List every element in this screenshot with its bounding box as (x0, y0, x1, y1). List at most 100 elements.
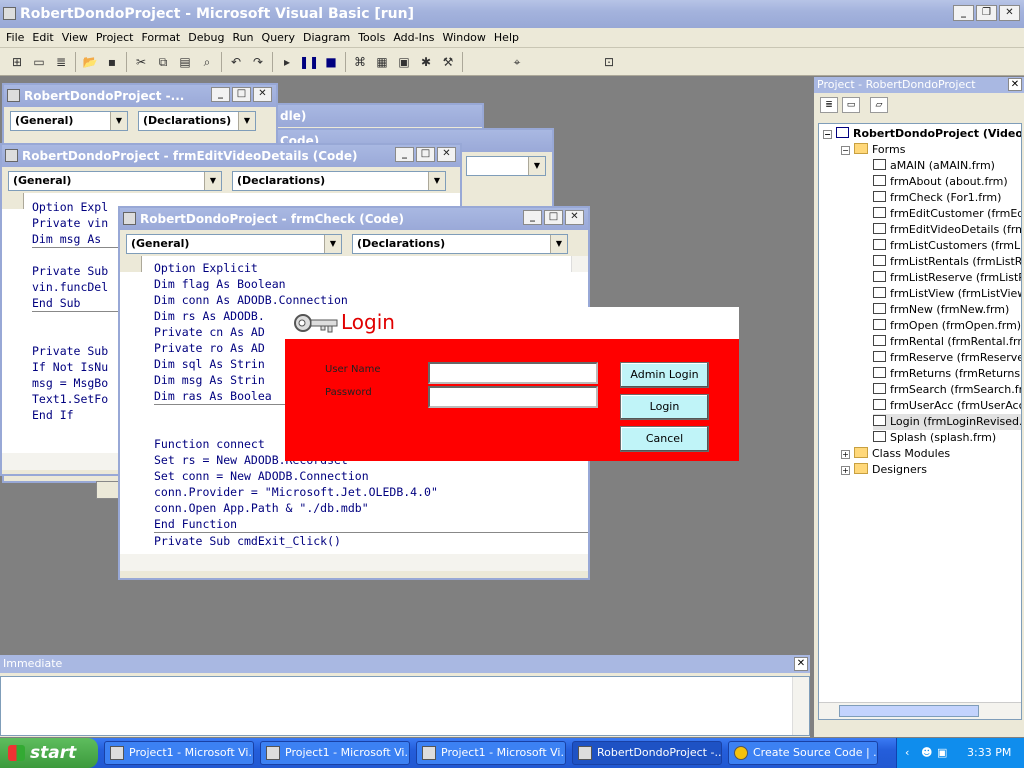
object-combo[interactable]: (General) ▼ (8, 171, 222, 191)
chevron-down-icon[interactable]: ▼ (324, 235, 341, 253)
menu-help[interactable]: Help (494, 31, 519, 44)
cut-icon[interactable]: ✂ (130, 52, 152, 72)
tree-item-form[interactable]: frmRental (frmRental.frm) (873, 334, 1021, 350)
menu-debug[interactable]: Debug (188, 31, 224, 44)
close-button[interactable]: ✕ (999, 5, 1020, 21)
project-explorer-icon[interactable]: ⌘ (349, 52, 371, 72)
menu-file[interactable]: File (6, 31, 24, 44)
login-button[interactable]: Login (620, 394, 709, 420)
chevron-down-icon[interactable]: ▼ (110, 112, 127, 130)
view-code-icon[interactable]: ≣ (820, 97, 838, 113)
immediate-input[interactable] (0, 676, 810, 736)
menu-run[interactable]: Run (232, 31, 253, 44)
chevron-down-icon[interactable]: ▼ (428, 172, 445, 190)
menu-diagram[interactable]: Diagram (303, 31, 350, 44)
tree-item-form[interactable]: frmNew (frmNew.frm) (873, 302, 1009, 318)
tree-root[interactable]: − RobertDondoProject (Video.v (823, 126, 1021, 142)
taskbar-item[interactable]: Project1 - Microsoft Vi... (416, 741, 566, 765)
chevron-down-icon[interactable]: ▼ (528, 157, 545, 175)
procedure-combo[interactable]: ▼ (466, 156, 546, 176)
procedure-combo[interactable]: (Declarations) ▼ (352, 234, 568, 254)
tree-folder-class-modules[interactable]: + Class Modules (841, 446, 950, 462)
taskbar-item[interactable]: Project1 - Microsoft Vi... (104, 741, 254, 765)
minimize-button[interactable]: _ (523, 210, 542, 225)
close-button[interactable]: ✕ (565, 210, 584, 225)
password-input[interactable] (428, 386, 598, 408)
copy-icon[interactable]: ⧉ (152, 52, 174, 72)
menu-query[interactable]: Query (262, 31, 295, 44)
open-project-icon[interactable]: 📂 (79, 52, 101, 72)
menu-add-ins[interactable]: Add-Ins (393, 31, 434, 44)
menu-editor-icon[interactable]: ≣ (50, 52, 72, 72)
vertical-scrollbar[interactable] (792, 677, 809, 735)
end-icon[interactable]: ■ (320, 52, 342, 72)
tree-item-form[interactable]: frmListRentals (frmListRen (873, 254, 1021, 270)
login-form[interactable]: Login User Name Password Admin Login Log… (285, 307, 739, 461)
chevron-left-icon[interactable]: ‹ (905, 738, 909, 768)
tree-item-form[interactable]: frmSearch (frmSearch.frm) (873, 382, 1021, 398)
admin-login-button[interactable]: Admin Login (620, 362, 709, 388)
tree-item-form[interactable]: aMAIN (aMAIN.frm) (873, 158, 995, 174)
break-icon[interactable]: ❚❚ (298, 52, 320, 72)
run-icon[interactable]: ▸ (276, 52, 298, 72)
tree-item-form[interactable]: frmListView (frmListView.fr (873, 286, 1021, 302)
add-form-icon[interactable]: ▭ (28, 52, 50, 72)
maximize-button[interactable]: □ (416, 147, 435, 162)
close-icon[interactable]: ✕ (794, 657, 808, 671)
tree-item-form-selected[interactable]: Login (frmLoginRevised.frr (873, 414, 1021, 430)
object-combo[interactable]: (General) ▼ (126, 234, 342, 254)
toolbox-icon[interactable]: ⚒ (437, 52, 459, 72)
project-explorer[interactable]: Project - RobertDondoProject ✕ ≣ ▭ ▱ − Ro… (814, 77, 1024, 737)
start-button[interactable]: start (0, 738, 98, 768)
close-button[interactable]: ✕ (437, 147, 456, 162)
clock[interactable]: 3:33 PM (967, 738, 1011, 768)
tree-item-form[interactable]: Splash (splash.frm) (873, 430, 996, 446)
properties-window-icon[interactable]: ▦ (371, 52, 393, 72)
username-input[interactable] (428, 362, 598, 384)
cancel-button[interactable]: Cancel (620, 426, 709, 452)
view-object-icon[interactable]: ▭ (842, 97, 860, 113)
vertical-scrollbar[interactable] (571, 256, 588, 272)
tree-item-form[interactable]: frmReturns (frmReturns.fr (873, 366, 1021, 382)
menu-window[interactable]: Window (443, 31, 486, 44)
menu-view[interactable]: View (62, 31, 88, 44)
horizontal-scrollbar[interactable] (120, 554, 588, 571)
tree-folder-designers[interactable]: + Designers (841, 462, 927, 478)
object-combo[interactable]: (General) ▼ (10, 111, 128, 131)
maximize-button[interactable]: □ (544, 210, 563, 225)
chevron-down-icon[interactable]: ▼ (204, 172, 221, 190)
tree-item-form[interactable]: frmReserve (frmReserve.f (873, 350, 1021, 366)
taskbar-item-active[interactable]: RobertDondoProject -... (572, 741, 722, 765)
maximize-button[interactable]: □ (232, 87, 251, 102)
restore-button[interactable]: ❐ (976, 5, 997, 21)
messenger-icon[interactable]: ☻ (921, 738, 932, 768)
tree-item-form[interactable]: frmCheck (For1.frm) (873, 190, 1001, 206)
tree-item-form[interactable]: frmEditCustomer (frmEditC (873, 206, 1021, 222)
tree-item-form[interactable]: frmListCustomers (frmListC (873, 238, 1021, 254)
tree-item-form[interactable]: frmUserAcc (frmUserAcc.fr (873, 398, 1021, 414)
app-title-bar[interactable]: RobertDondoProject - Microsoft Visual Ba… (0, 0, 1024, 28)
close-button[interactable]: ✕ (253, 87, 272, 102)
object-browser-icon[interactable]: ✱ (415, 52, 437, 72)
chevron-down-icon[interactable]: ▼ (550, 235, 567, 253)
undo-icon[interactable]: ↶ (225, 52, 247, 72)
procedure-combo[interactable]: (Declarations) ▼ (232, 171, 446, 191)
project-tree[interactable]: − RobertDondoProject (Video.v − Forms aMAI… (818, 123, 1022, 720)
tree-item-form[interactable]: frmEditVideoDetails (frmEd (873, 222, 1021, 238)
tree-item-form[interactable]: frmListReserve (frmListRes (873, 270, 1021, 286)
menu-project[interactable]: Project (96, 31, 134, 44)
minimize-button[interactable]: _ (211, 87, 230, 102)
form-layout-icon[interactable]: ▣ (393, 52, 415, 72)
find-icon[interactable]: ⌕ (196, 52, 218, 72)
horizontal-scrollbar[interactable] (819, 702, 1021, 719)
tree-folder-forms[interactable]: − Forms (841, 142, 905, 158)
tree-item-form[interactable]: frmOpen (frmOpen.frm) (873, 318, 1021, 334)
toggle-folders-icon[interactable]: ▱ (870, 97, 888, 113)
save-project-icon[interactable]: ▪ (101, 52, 123, 72)
minimize-button[interactable]: _ (953, 5, 974, 21)
immediate-window[interactable]: Immediate ✕ (0, 655, 810, 737)
tree-item-form[interactable]: frmAbout (about.frm) (873, 174, 1008, 190)
menu-tools[interactable]: Tools (358, 31, 385, 44)
menu-format[interactable]: Format (141, 31, 180, 44)
procedure-combo[interactable]: (Declarations) ▼ (138, 111, 256, 131)
